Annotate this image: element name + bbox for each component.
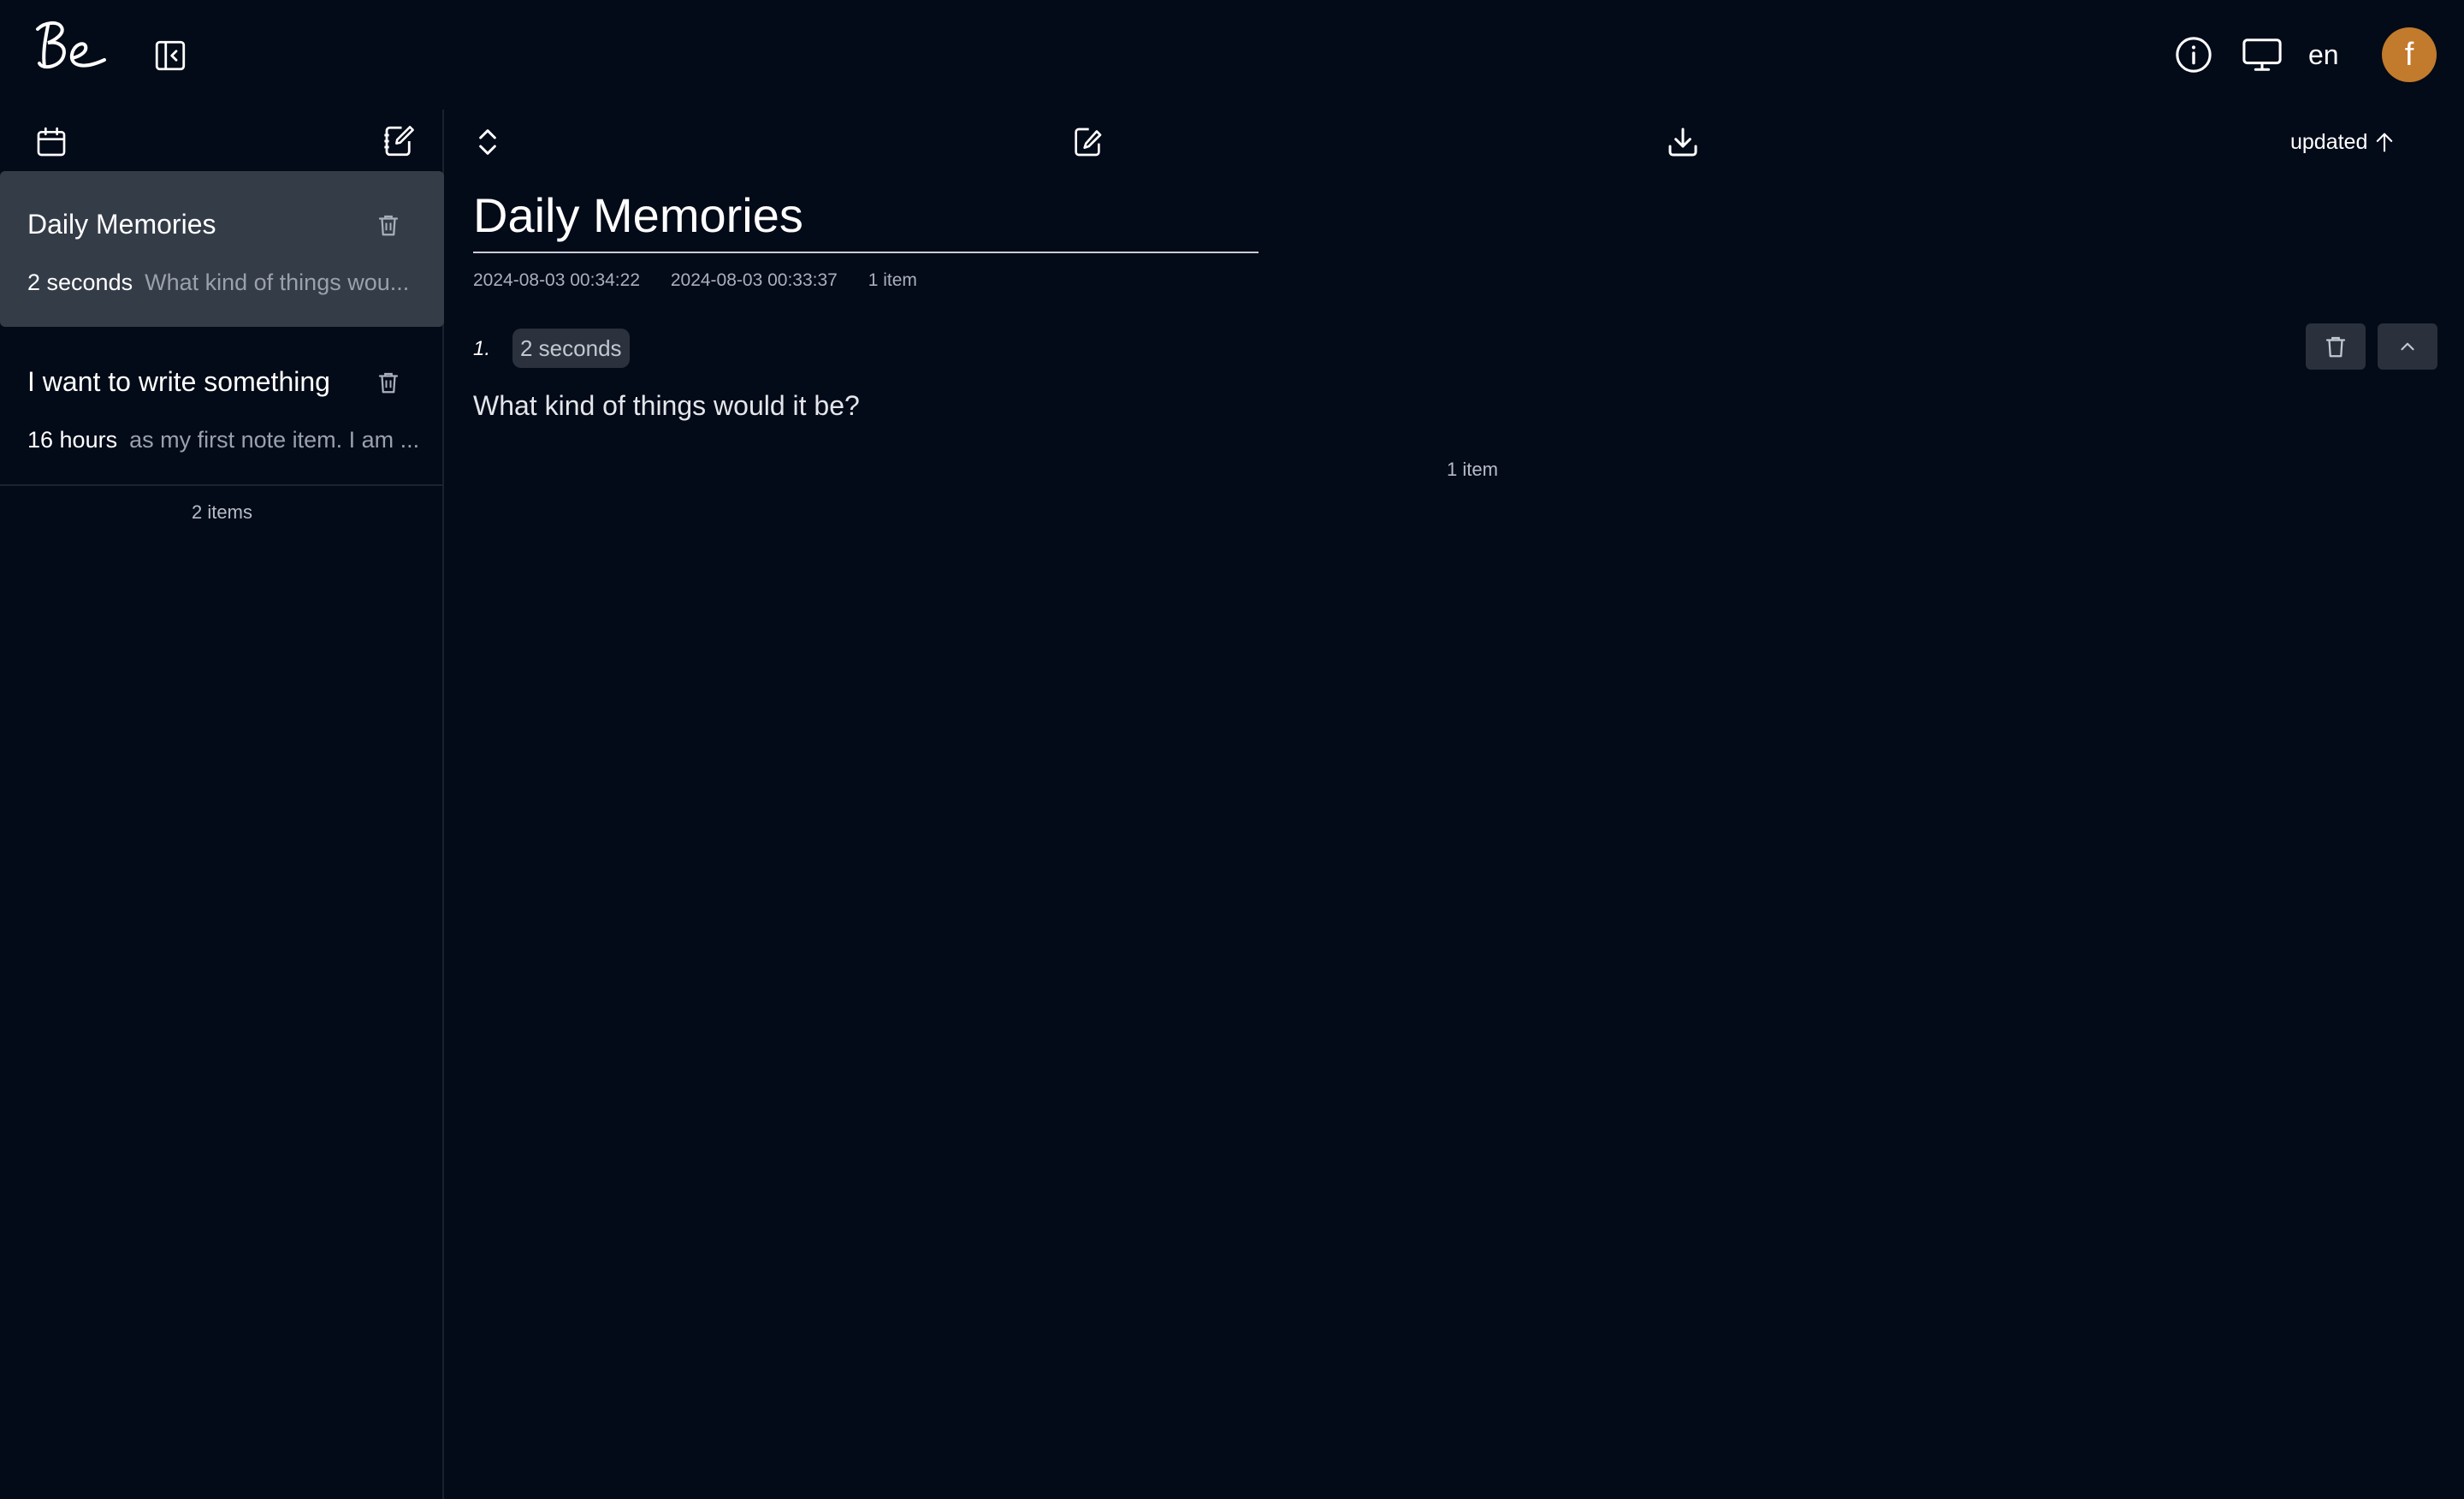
delete-note-button[interactable] [375, 368, 402, 397]
note-count: 2 items [192, 501, 252, 523]
note-list-item[interactable]: I want to write something 16 hours as my … [0, 329, 444, 484]
note-metadata: 2024-08-03 00:34:22 2024-08-03 00:33:37 … [473, 270, 943, 291]
note-preview: as my first note item. I am ... [129, 427, 420, 453]
item-count: 1 item [868, 270, 917, 290]
logo-be-icon [36, 21, 106, 69]
info-icon [2176, 37, 2212, 73]
expand-collapse-icon [479, 129, 496, 155]
note-title: Daily Memories [27, 209, 216, 240]
new-note-icon [384, 126, 414, 157]
avatar-letter: f [2404, 37, 2414, 73]
chevron-up-icon [2401, 342, 2414, 351]
info-button[interactable] [2173, 34, 2214, 75]
download-button[interactable] [1664, 123, 1702, 161]
note-meta: 16 hours as my first note item. I am ... [27, 424, 421, 455]
sidebar: Daily Memories 2 seconds What kind of thi… [0, 110, 444, 1499]
note-title-input[interactable]: Daily Memories [473, 181, 1259, 253]
calendar-icon [37, 127, 66, 157]
note-age: 2 seconds [27, 270, 133, 295]
calendar-button[interactable] [33, 123, 70, 161]
entry-count: 1 item [1447, 459, 1498, 480]
sort-label: updated [2290, 130, 2368, 154]
note-meta: 2 seconds What kind of things wou... [27, 267, 421, 298]
note-list-item[interactable]: Daily Memories 2 seconds What kind of thi… [0, 171, 444, 327]
edit-note-button[interactable] [1069, 123, 1106, 161]
collapse-entry-button[interactable] [2378, 323, 2437, 370]
monitor-icon [2242, 39, 2282, 71]
entry-age-badge: 2 seconds [512, 329, 630, 368]
edit-icon [1075, 127, 1102, 157]
note-title: I want to write something [27, 366, 330, 397]
delete-entry-button[interactable] [2306, 323, 2366, 370]
theme-display-button[interactable] [2240, 34, 2284, 75]
entry-text[interactable]: What kind of things would it be? [473, 387, 860, 424]
top-bar: en f [0, 0, 2464, 110]
app-logo[interactable] [33, 17, 110, 79]
language-switcher[interactable]: en [2308, 38, 2339, 72]
updated-timestamp: 2024-08-03 00:34:22 [473, 270, 640, 290]
sidebar-collapse-icon [155, 40, 186, 71]
note-detail-panel: updated Daily Memories 2024-08-03 00:34:… [446, 110, 2464, 1499]
download-icon [1668, 127, 1697, 157]
note-preview: What kind of things wou... [145, 270, 410, 295]
divider [0, 484, 444, 486]
entry-number: 1. [473, 337, 491, 360]
sort-button[interactable]: updated [2290, 123, 2396, 161]
expand-collapse-button[interactable] [473, 123, 502, 161]
avatar[interactable]: f [2382, 27, 2437, 82]
created-timestamp: 2024-08-03 00:33:37 [670, 270, 838, 290]
trash-icon [378, 372, 399, 394]
new-note-button[interactable] [380, 121, 418, 161]
sidebar-toggle-button[interactable] [151, 36, 190, 75]
trash-icon [2325, 336, 2346, 358]
note-age: 16 hours [27, 427, 118, 453]
delete-note-button[interactable] [375, 210, 402, 240]
trash-icon [378, 215, 399, 236]
arrow-up-icon [2377, 133, 2393, 152]
